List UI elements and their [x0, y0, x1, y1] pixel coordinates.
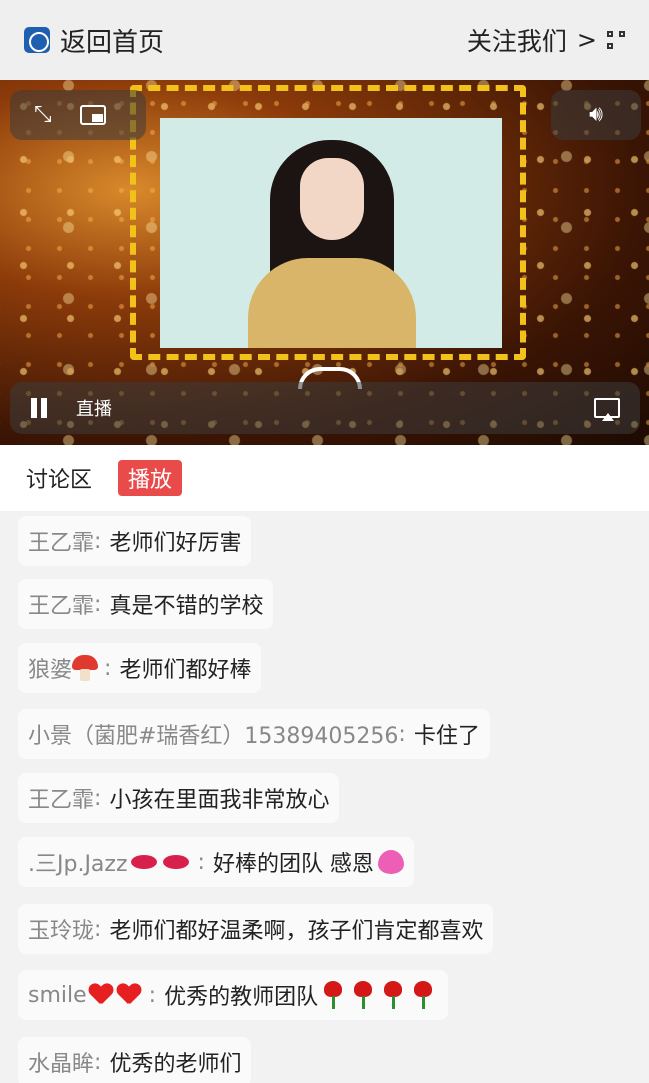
list-item: 王乙霏: 小孩在里面我非常放心 — [18, 773, 340, 823]
comment-separator: : — [94, 591, 102, 617]
airplay-icon[interactable] — [594, 398, 620, 421]
qr-code-icon — [607, 31, 625, 49]
comment-user: 玉玲珑 — [28, 919, 95, 944]
follow-us-label: 关注我们 — [466, 27, 567, 56]
comment-text: 老师们都好温柔啊，孩子们肯定都喜欢 — [109, 919, 484, 944]
picture-in-picture-icon[interactable] — [79, 105, 106, 125]
back-home-label: 返回首页 — [60, 27, 165, 58]
list-item: .三Jp.Jazz: 好棒的团队 感恩 — [18, 837, 414, 887]
player-control-bar: 直播 — [10, 382, 640, 434]
comment-user: smile — [28, 982, 87, 1008]
live-status-label: 直播 — [76, 399, 112, 420]
player-top-controls: ⤡ — [10, 90, 146, 140]
speaker-icon[interactable]: 🔊︎ — [589, 104, 603, 126]
lips-emoji-icon — [130, 855, 157, 869]
rose-emoji-icon — [351, 981, 375, 1009]
comment-separator: : — [148, 982, 157, 1008]
pause-icon[interactable] — [30, 398, 48, 418]
comment-text: 真是不错的学校 — [109, 594, 264, 619]
list-item: smile: 优秀的教师团队 — [18, 970, 449, 1020]
comment-text: 优秀的老师们 — [109, 1052, 242, 1077]
comment-text: 好棒的团队 感恩 — [212, 852, 374, 877]
video-feed — [160, 118, 502, 348]
back-home-button[interactable]: 返回首页 — [24, 22, 164, 59]
tab-discussion[interactable]: 讨论区 — [26, 462, 92, 494]
comment-text: 卡住了 — [413, 724, 480, 749]
rose-emoji-icon — [411, 981, 435, 1009]
comment-user: 王乙霏 — [28, 788, 95, 813]
presenter-face — [300, 158, 364, 240]
comment-user: 狼婆 — [28, 658, 73, 683]
chevron-right-icon: > — [576, 26, 597, 54]
comment-separator: : — [94, 528, 102, 554]
fullscreen-icon[interactable]: ⤡ — [34, 104, 52, 126]
comment-user: 王乙霏 — [28, 594, 95, 619]
lips-emoji-icon — [162, 855, 189, 869]
list-item: 小景（菌肥#瑞香红）15389405256: 卡住了 — [18, 709, 490, 759]
comment-text: 老师们好厉害 — [109, 531, 242, 556]
comment-separator: : — [94, 1049, 102, 1075]
school-logo-icon — [24, 27, 50, 53]
presenter-body — [248, 258, 416, 348]
mushroom-emoji-icon — [72, 655, 99, 681]
comment-user: 王乙霏 — [28, 531, 95, 556]
comment-text: 老师们都好棒 — [119, 658, 252, 683]
comment-separator: : — [104, 655, 112, 681]
comment-text: 优秀的教师团队 — [164, 985, 319, 1010]
rose-emoji-icon — [381, 981, 405, 1009]
sparkling-heart-emoji-icon — [377, 850, 404, 874]
list-item: 王乙霏: 老师们好厉害 — [18, 516, 252, 566]
comment-user: 小景（菌肥#瑞香红）15389405256 — [28, 724, 399, 749]
follow-us-button[interactable]: 关注我们 > — [467, 22, 625, 58]
list-item: 王乙霏: 真是不错的学校 — [18, 579, 274, 629]
rose-emoji-icon — [321, 981, 345, 1009]
comment-list[interactable]: 王乙霏: 老师们好厉害 王乙霏: 真是不错的学校 狼婆: 老师们都好棒 小景（菌肥#瑞… — [0, 511, 649, 1083]
tab-bar: 讨论区 播放 — [0, 445, 649, 511]
list-item: 水晶眸: 优秀的老师们 — [18, 1037, 252, 1083]
list-item: 狼婆: 老师们都好棒 — [18, 643, 262, 693]
comment-separator: : — [94, 785, 102, 811]
comment-separator: : — [197, 849, 205, 875]
comment-user: 水晶眸 — [28, 1052, 95, 1077]
comment-separator: : — [398, 721, 406, 747]
volume-control[interactable]: 🔊︎ — [551, 90, 641, 140]
top-bar: 返回首页 关注我们 > — [0, 0, 649, 80]
tab-playback[interactable]: 播放 — [118, 460, 183, 496]
list-item: 玉玲珑: 老师们都好温柔啊，孩子们肯定都喜欢 — [18, 904, 494, 954]
heart-emoji-icon — [117, 984, 141, 1006]
heart-emoji-icon — [89, 984, 113, 1006]
comment-user: .三Jp.Jazz — [28, 852, 128, 877]
comment-separator: : — [94, 916, 102, 942]
comment-text: 小孩在里面我非常放心 — [109, 788, 330, 813]
video-player[interactable]: ⤡ 🔊︎ 直播 — [0, 80, 649, 445]
